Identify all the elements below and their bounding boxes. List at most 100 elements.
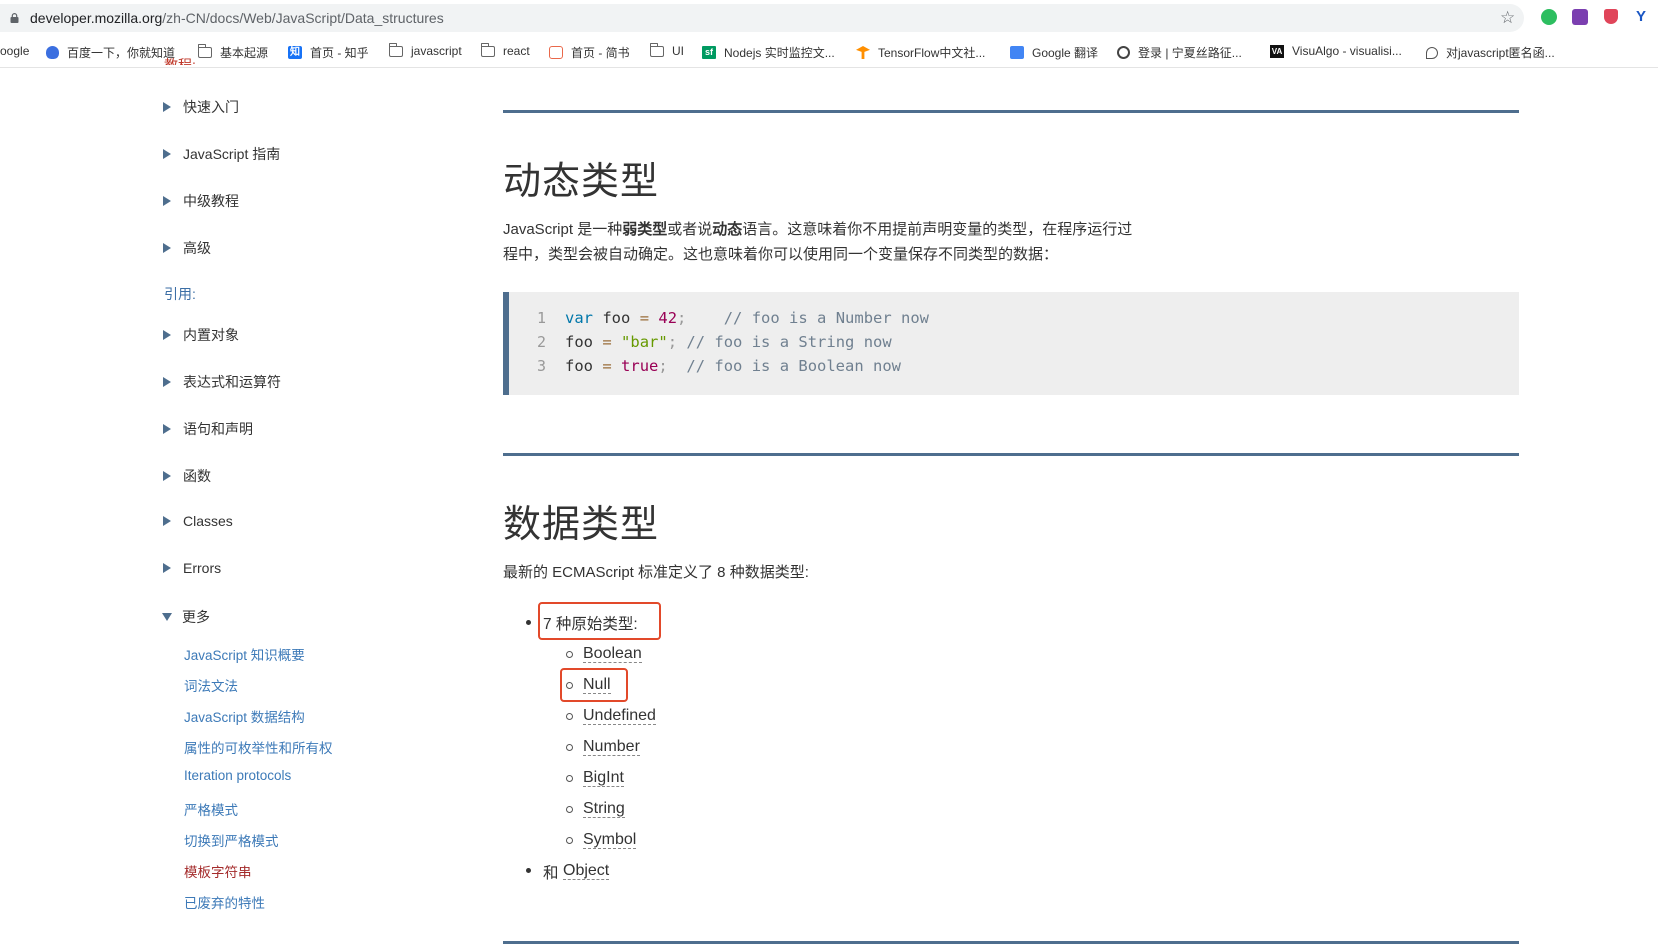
bookmark-ningxia[interactable]: 登录 | 宁夏丝路征...: [1117, 44, 1242, 61]
address-bar[interactable]: developer.mozilla.org/zh-CN/docs/Web/Jav…: [0, 4, 1524, 32]
sidebar-item-label: Errors: [183, 560, 222, 576]
list-bullet: [526, 620, 531, 625]
code-punctuation: ;: [667, 333, 678, 351]
code-boolean: true: [621, 357, 659, 375]
code-number: 42: [658, 309, 678, 327]
baidu-paw-icon: [46, 46, 59, 59]
triangle-down-icon: [162, 613, 172, 621]
sidebar-item-label: 更多: [182, 609, 210, 625]
browser-toolbar: developer.mozilla.org/zh-CN/docs/Web/Jav…: [0, 0, 1658, 36]
sidebar-link-iteration-protocols[interactable]: Iteration protocols: [184, 768, 291, 783]
section2-intro: 最新的 ECMAScript 标准定义了 8 种数据类型:: [503, 564, 809, 581]
bookmark-folder-javascript[interactable]: javascript: [388, 42, 462, 58]
sidebar-reference-label: 引用:: [164, 286, 196, 302]
sidebar-link-strict-mode[interactable]: 严格模式: [184, 799, 238, 819]
bookmark-nodejs[interactable]: sf Nodejs 实时监控文...: [702, 44, 835, 61]
sidebar-item-label: 语句和声明: [183, 421, 253, 437]
tensorflow-icon: [856, 46, 870, 59]
bookmark-label: VisuAlgo - visualisi...: [1292, 44, 1402, 58]
code-string: "bar": [621, 333, 668, 351]
url-text[interactable]: developer.mozilla.org/zh-CN/docs/Web/Jav…: [30, 10, 444, 26]
shield-extension-icon[interactable]: [1604, 9, 1618, 24]
triangle-right-icon: [163, 149, 171, 159]
section-title-dynamic-typing: 动态类型: [503, 159, 660, 203]
code-comment: // foo is a Boolean now: [686, 357, 902, 375]
code-keyword: var: [565, 309, 593, 327]
bookmark-baidu[interactable]: 百度一下，你就知道: [46, 44, 175, 61]
sidebar-item-errors[interactable]: Errors: [163, 560, 221, 576]
bookmark-folder-react[interactable]: react: [480, 42, 530, 58]
triangle-right-icon: [163, 243, 171, 253]
code-identifier: foo: [602, 309, 631, 327]
sidebar-item-quickstart[interactable]: 快速入门: [163, 97, 239, 117]
triangle-right-icon: [163, 424, 171, 434]
primitive-link-number[interactable]: Number: [583, 738, 640, 756]
triangle-right-icon: [163, 102, 171, 112]
triangle-right-icon: [163, 563, 171, 573]
para-text: 程中，类型会被自动确定。这也意味着你可以使用同一个变量保存不同类型的数据：: [503, 246, 1059, 263]
primitive-link-boolean[interactable]: Boolean: [583, 645, 642, 663]
sidebar-item-js-guide[interactable]: JavaScript 指南: [163, 144, 280, 164]
sidebar-link-deprecated-features[interactable]: 已废弃的特性: [184, 892, 265, 912]
para-text: 语言。这意味着你不用提前声明变量的类型，在程序运行过: [742, 221, 1133, 238]
bookmark-visualgo[interactable]: VA VisuAlgo - visualisi...: [1270, 44, 1402, 58]
evernote-extension-icon[interactable]: [1541, 9, 1557, 25]
bookmark-label: react: [503, 44, 530, 58]
sidebar-item-more[interactable]: 更多: [162, 607, 210, 627]
lock-icon[interactable]: [10, 13, 19, 23]
bookmark-jianshu[interactable]: 首页 - 简书: [549, 44, 630, 61]
triangle-right-icon: [163, 196, 171, 206]
bookmark-label: TensorFlow中文社...: [878, 46, 986, 60]
sidebar-link-lexical-grammar[interactable]: 词法文法: [184, 675, 238, 695]
primitive-link-undefined[interactable]: Undefined: [583, 707, 656, 725]
bookmark-zhihu[interactable]: 知首页 - 知乎: [288, 44, 369, 61]
section-divider: [503, 453, 1519, 456]
primitive-link-bigint[interactable]: BigInt: [583, 769, 624, 787]
list-circle: [566, 651, 573, 658]
bookmark-star-icon[interactable]: ☆: [1500, 9, 1515, 27]
sidebar: 教程: 快速入门 JavaScript 指南 中级教程 高级 引用: 内置对象 …: [0, 57, 470, 950]
code-identifier: foo: [565, 357, 593, 375]
bookmark-label: Nodejs 实时监控文...: [724, 46, 835, 60]
line-number: 3: [536, 357, 546, 375]
url-host: developer.mozilla.org: [30, 10, 163, 26]
code-block[interactable]: 1 var foo = 42; // foo is a Number now 2 f…: [503, 292, 1519, 395]
sidebar-item-advanced[interactable]: 高级: [163, 238, 211, 258]
sidebar-link-enumerability[interactable]: 属性的可枚举性和所有权: [184, 737, 333, 757]
sidebar-link-template-strings[interactable]: 模板字符串: [184, 861, 252, 881]
bookmark-label: oogle: [0, 44, 30, 58]
sidebar-item-functions[interactable]: 函数: [163, 466, 211, 486]
sidebar-link-transition-strict[interactable]: 切换到严格模式: [184, 830, 279, 850]
segmentfault-icon: sf: [702, 46, 716, 59]
bookmark-js-anonymous[interactable]: 对javascript匿名函...: [1426, 44, 1555, 61]
v-extension-icon[interactable]: Y: [1636, 9, 1652, 25]
bookmark-folder-ui[interactable]: UI: [649, 42, 684, 58]
primitive-link-string[interactable]: String: [583, 800, 625, 818]
sidebar-item-builtin-objects[interactable]: 内置对象: [163, 325, 239, 345]
code-identifier: foo: [565, 333, 593, 351]
bookmark-tensorflow[interactable]: TensorFlow中文社...: [856, 44, 985, 61]
triangle-right-icon: [163, 516, 171, 526]
sidebar-item-intermediate[interactable]: 中级教程: [163, 191, 239, 211]
primitive-link-symbol[interactable]: Symbol: [583, 831, 637, 849]
bookmark-folder-basics[interactable]: 基本起源: [197, 44, 269, 61]
list-circle: [566, 837, 573, 844]
sidebar-link-data-structures[interactable]: JavaScript 数据结构: [184, 706, 305, 726]
sidebar-item-classes[interactable]: Classes: [163, 513, 233, 529]
sidebar-item-label: 内置对象: [183, 327, 239, 343]
code-operator: =: [639, 309, 650, 327]
bookmark-google-translate[interactable]: Google 翻译: [1010, 44, 1098, 61]
bookmark-label: UI: [672, 44, 684, 58]
para-text: JavaScript 是一种: [503, 221, 623, 238]
object-link[interactable]: Object: [563, 862, 610, 880]
bookmark-label: 基本起源: [220, 46, 269, 60]
bookmark-google[interactable]: oogle: [0, 44, 29, 58]
sidebar-link-js-overview[interactable]: JavaScript 知识概要: [184, 644, 305, 664]
code-punctuation: ;: [677, 309, 687, 327]
sidebar-item-statements[interactable]: 语句和声明: [163, 419, 253, 439]
rp-extension-icon[interactable]: [1572, 9, 1588, 25]
list-bullet: [526, 868, 531, 873]
para-bold-weak-typed: 弱类型: [622, 221, 668, 238]
sidebar-item-expressions[interactable]: 表达式和运算符: [163, 372, 281, 392]
sidebar-item-label: 快速入门: [183, 99, 239, 115]
